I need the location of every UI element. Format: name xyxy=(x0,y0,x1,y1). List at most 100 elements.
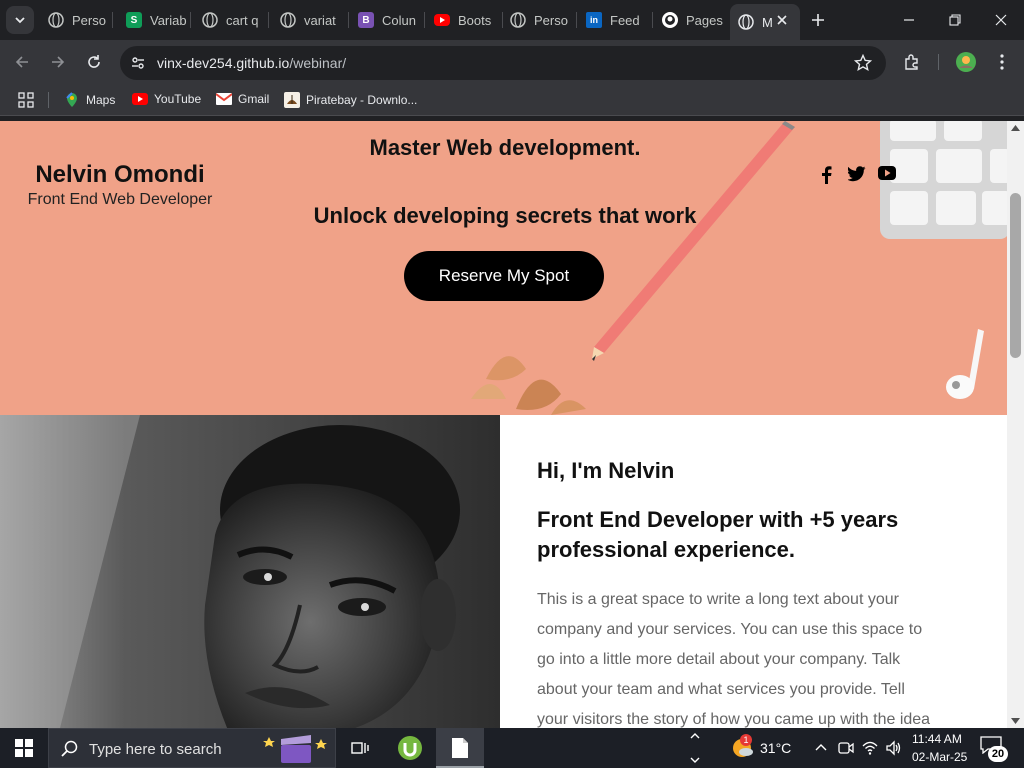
bookmark-youtube[interactable]: YouTube xyxy=(132,92,201,106)
clock[interactable]: 11:44 AM 02-Mar-25 xyxy=(908,728,970,768)
close-tab-icon[interactable] xyxy=(776,14,788,29)
minimize-icon xyxy=(904,19,914,21)
youtube-link[interactable] xyxy=(878,166,896,184)
globe-icon xyxy=(280,12,296,28)
facebook-link[interactable] xyxy=(820,166,838,184)
toolbar-divider xyxy=(938,54,939,70)
apps-button[interactable] xyxy=(18,92,34,108)
tab-title: Feed xyxy=(610,12,640,28)
tab-5[interactable]: B Colun xyxy=(350,6,424,34)
url-text: vinx-dev254.github.io/webinar/ xyxy=(157,55,346,71)
tab-9[interactable]: Pages xyxy=(654,6,728,34)
puzzle-icon xyxy=(905,54,918,70)
tab-search-button[interactable] xyxy=(6,6,34,34)
site-info-icon[interactable] xyxy=(130,55,146,76)
back-button[interactable] xyxy=(8,48,36,76)
restore-button[interactable] xyxy=(932,0,978,40)
gmail-icon xyxy=(216,93,232,105)
profile-avatar[interactable] xyxy=(952,48,980,76)
utorrent-app[interactable] xyxy=(386,728,434,768)
tab-title: variat xyxy=(304,12,336,28)
chevron-up-icon xyxy=(815,744,827,751)
chevron-up-down-icon xyxy=(690,733,700,763)
extensions-button[interactable] xyxy=(898,48,926,76)
new-tab-button[interactable] xyxy=(806,8,830,32)
task-view-button[interactable] xyxy=(336,728,384,768)
tab-title: Variab xyxy=(150,12,187,28)
browser-toolbar: vinx-dev254.github.io/webinar/ xyxy=(0,40,1024,84)
tab-8[interactable]: in Feed xyxy=(578,6,650,34)
facebook-icon xyxy=(822,166,832,184)
pencil-shavings-illustration xyxy=(471,356,586,415)
forward-button[interactable] xyxy=(44,48,72,76)
youtube-icon xyxy=(132,93,148,105)
meet-now-button[interactable] xyxy=(838,740,854,761)
volume-button[interactable] xyxy=(886,740,902,761)
tab-active[interactable]: M xyxy=(730,4,800,40)
hero-subheadline: Unlock developing secrets that work xyxy=(313,203,697,228)
show-hidden-icons-button[interactable] xyxy=(814,740,828,759)
file-app[interactable] xyxy=(436,728,484,768)
taskbar-search-box[interactable]: Type here to search xyxy=(48,728,336,768)
tab-strip: Perso S Variab cart q variat B Colun Boo… xyxy=(0,0,1024,40)
bookmark-gmail[interactable]: Gmail xyxy=(216,92,269,106)
bookmarks-bar: Maps YouTube Gmail Piratebay - Downlo... xyxy=(0,84,1024,116)
weather-widget[interactable]: 1 31°C xyxy=(724,728,798,768)
reserve-spot-button[interactable]: Reserve My Spot xyxy=(404,251,604,301)
taskbar-scroll-arrows[interactable] xyxy=(690,732,700,768)
scroll-down-icon[interactable] xyxy=(1011,718,1020,724)
restore-icon xyxy=(949,14,961,26)
bookmark-label: Piratebay - Downlo... xyxy=(306,93,418,107)
bookmark-label: Maps xyxy=(86,93,116,107)
maps-icon xyxy=(66,92,77,107)
tab-4[interactable]: variat xyxy=(272,6,346,34)
bookmark-maps[interactable]: Maps xyxy=(64,92,115,108)
globe-icon xyxy=(202,12,218,28)
youtube-icon xyxy=(434,14,450,26)
piratebay-icon xyxy=(284,92,300,108)
scrollbar-thumb[interactable] xyxy=(1010,193,1021,358)
network-button[interactable] xyxy=(862,740,878,761)
tab-3[interactable]: cart q xyxy=(194,6,266,34)
url-path: /webinar/ xyxy=(289,55,347,71)
twitter-link[interactable] xyxy=(847,166,866,184)
globe-icon xyxy=(738,14,754,30)
scroll-up-icon[interactable] xyxy=(1011,125,1020,131)
bookmark-star-icon[interactable] xyxy=(853,53,873,77)
reload-button[interactable] xyxy=(80,48,108,76)
bookmark-piratebay[interactable]: Piratebay - Downlo... xyxy=(284,92,417,108)
profile-photo xyxy=(0,415,500,728)
search-icon xyxy=(61,740,78,757)
tab-title: cart q xyxy=(226,12,259,28)
wifi-icon xyxy=(862,741,878,755)
search-placeholder: Type here to search xyxy=(89,741,222,758)
tab-7[interactable]: Perso xyxy=(502,6,574,34)
portrait-image xyxy=(0,415,500,728)
speaker-icon xyxy=(886,740,901,756)
minimize-button[interactable] xyxy=(886,0,932,40)
hero-headline: Master Web development. xyxy=(369,135,641,160)
tab-2[interactable]: S Variab xyxy=(118,6,190,34)
close-window-button[interactable] xyxy=(978,0,1024,40)
windows-logo-icon xyxy=(15,739,33,757)
page-scrollbar[interactable] xyxy=(1007,121,1024,728)
tab-title: M xyxy=(762,14,773,30)
tab-6[interactable]: Boots xyxy=(426,6,502,34)
arrow-left-icon xyxy=(15,56,28,68)
page-viewport: Nelvin Omondi Front End Web Developer Ma… xyxy=(0,121,1024,728)
temperature: 31°C xyxy=(760,740,792,756)
camera-icon xyxy=(838,742,854,754)
hero-section: Nelvin Omondi Front End Web Developer Ma… xyxy=(0,121,1007,415)
about-headline: Front End Developer with +5 years profes… xyxy=(537,507,899,562)
about-greeting: Hi, I'm Nelvin xyxy=(537,458,675,483)
tab-1[interactable]: Perso xyxy=(40,6,110,34)
address-bar[interactable]: vinx-dev254.github.io/webinar/ xyxy=(120,46,886,80)
globe-icon xyxy=(510,12,526,28)
bookmark-label: Gmail xyxy=(238,92,270,106)
arrow-right-icon xyxy=(52,56,65,68)
clock-time: 11:44 AM xyxy=(912,732,962,746)
menu-button[interactable] xyxy=(988,48,1016,76)
bookmark-label: YouTube xyxy=(154,92,202,106)
notifications-button[interactable]: 20 xyxy=(980,736,1010,762)
start-button[interactable] xyxy=(0,728,48,768)
